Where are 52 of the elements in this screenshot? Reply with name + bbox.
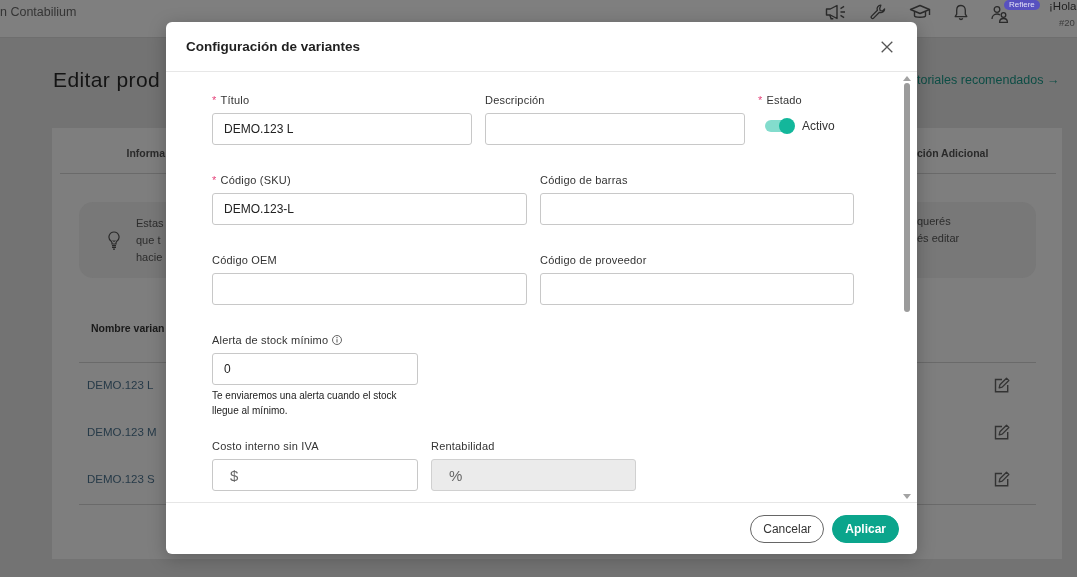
column-header: Nombre varian <box>91 321 165 336</box>
close-icon[interactable] <box>881 40 893 53</box>
status-toggle[interactable] <box>765 118 795 134</box>
status-text: Activo <box>802 119 835 133</box>
users-icon[interactable] <box>991 5 1009 23</box>
input-field[interactable]: 0 <box>212 353 418 385</box>
edit-icon[interactable] <box>994 424 1010 440</box>
field-label: Código OEM <box>212 253 277 267</box>
lightbulb-icon <box>108 230 120 250</box>
info-icon[interactable] <box>332 335 343 345</box>
input-field[interactable]: DEMO.123 L <box>212 113 472 145</box>
bell-icon[interactable] <box>954 4 968 21</box>
edit-icon[interactable] <box>994 471 1010 487</box>
field-label: * Estado <box>758 93 802 107</box>
field-label: Alerta de stock mínimo <box>212 333 329 347</box>
input-field[interactable] <box>485 113 745 145</box>
help-text: Te enviaremos una alerta cuando el stock llegue al mínimo. <box>212 389 398 418</box>
field-label: Código de barras <box>540 173 628 187</box>
greeting-text: ¡Hola <box>1049 0 1077 13</box>
input-field: % <box>431 459 636 491</box>
tab[interactable]: Informa <box>126 146 165 162</box>
referral-tag[interactable]: Refiere <box>1004 0 1040 10</box>
account-number: #20 <box>1059 17 1076 29</box>
tip-text: querés és editar <box>917 214 961 246</box>
dialog-title: Configuración de variantes <box>186 39 361 54</box>
page-title: Editar prod <box>53 68 162 92</box>
field-label: Rentabilidad <box>431 439 495 453</box>
megaphone-icon[interactable] <box>825 4 847 20</box>
input-field[interactable] <box>540 193 854 225</box>
input-field[interactable]: DEMO.123-L <box>212 193 527 225</box>
wrench-icon[interactable] <box>870 4 886 20</box>
field-label: Costo interno sin IVA <box>212 439 319 453</box>
table-cell: DEMO.123 L <box>87 378 154 392</box>
graduation-cap-icon[interactable] <box>909 4 931 20</box>
field-label: Descripción <box>485 93 545 107</box>
edit-icon[interactable] <box>994 377 1010 393</box>
scroll-down-icon[interactable] <box>903 494 911 499</box>
scroll-up-icon[interactable] <box>903 76 911 81</box>
field-label: Código de proveedor <box>540 253 647 267</box>
tip-text: Estas que t hacie <box>136 215 164 265</box>
table-cell: DEMO.123 M <box>87 425 157 439</box>
input-field[interactable] <box>540 273 854 305</box>
cancel-button[interactable]: Cancelar <box>750 514 825 543</box>
table-cell: DEMO.123 S <box>87 472 155 486</box>
apply-button[interactable]: Aplicar <box>832 514 899 543</box>
brand-name: n Contabilium <box>0 5 77 20</box>
tab[interactable]: ción Adicional <box>917 146 989 162</box>
scrollbar-thumb[interactable] <box>904 83 910 312</box>
input-field[interactable] <box>212 273 527 305</box>
field-label: * Código (SKU) <box>212 173 291 187</box>
field-label: * Título <box>212 93 250 107</box>
input-field[interactable]: $ <box>212 459 418 491</box>
